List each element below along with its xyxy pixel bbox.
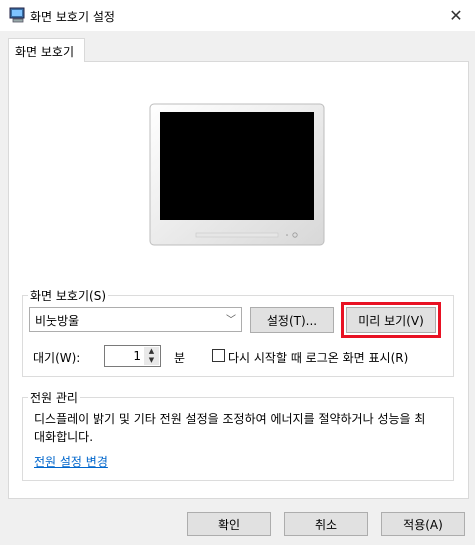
wait-unit-label: 분 xyxy=(174,351,186,365)
tab-screensaver[interactable]: 화면 보호기 xyxy=(8,38,85,62)
chevron-down-icon: ﹀ xyxy=(226,315,236,326)
cancel-button[interactable]: 취소 xyxy=(284,512,368,536)
cancel-button-label: 취소 xyxy=(314,517,338,532)
screensaver-group-label: 화면 보호기(S) xyxy=(28,287,108,304)
tab-label: 화면 보호기 xyxy=(15,45,75,59)
resume-logon-checkbox[interactable] xyxy=(212,349,225,362)
power-description: 디스플레이 밝기 및 기타 전원 설정을 조정하여 에너지를 절약하거나 성능을… xyxy=(34,412,426,444)
spin-down-icon[interactable]: ▼ xyxy=(144,356,159,365)
apply-button-label: 적용(A) xyxy=(403,517,443,532)
close-button[interactable]: ✕ xyxy=(437,0,475,31)
window-title: 화면 보호기 설정 xyxy=(30,10,115,24)
settings-button-label: 설정(T)... xyxy=(266,313,318,328)
ok-button[interactable]: 확인 xyxy=(187,512,271,536)
screensaver-dropdown[interactable]: 비눗방울 ﹀ xyxy=(29,307,242,332)
screensaver-app-icon xyxy=(9,7,27,23)
screensaver-selected-value: 비눗방울 xyxy=(35,314,80,328)
monitor-preview xyxy=(148,102,326,249)
settings-button[interactable]: 설정(T)... xyxy=(250,307,334,333)
resume-logon-label: 다시 시작할 때 로그온 화면 표시(R) xyxy=(228,351,409,365)
power-settings-link[interactable]: 전원 설정 변경 xyxy=(34,453,108,470)
wait-minutes-stepper[interactable]: 1 ▲ ▼ xyxy=(104,345,161,367)
spin-up-icon[interactable]: ▲ xyxy=(144,347,159,356)
title-bar: 화면 보호기 설정 ✕ xyxy=(0,0,475,31)
ok-button-label: 확인 xyxy=(217,517,241,532)
close-icon: ✕ xyxy=(449,6,463,25)
power-group-label: 전원 관리 xyxy=(28,389,80,406)
wait-label: 대기(W): xyxy=(33,351,81,365)
apply-button[interactable]: 적용(A) xyxy=(381,512,465,536)
preview-highlight-box xyxy=(341,302,441,338)
wait-minutes-value: 1 xyxy=(133,349,141,363)
